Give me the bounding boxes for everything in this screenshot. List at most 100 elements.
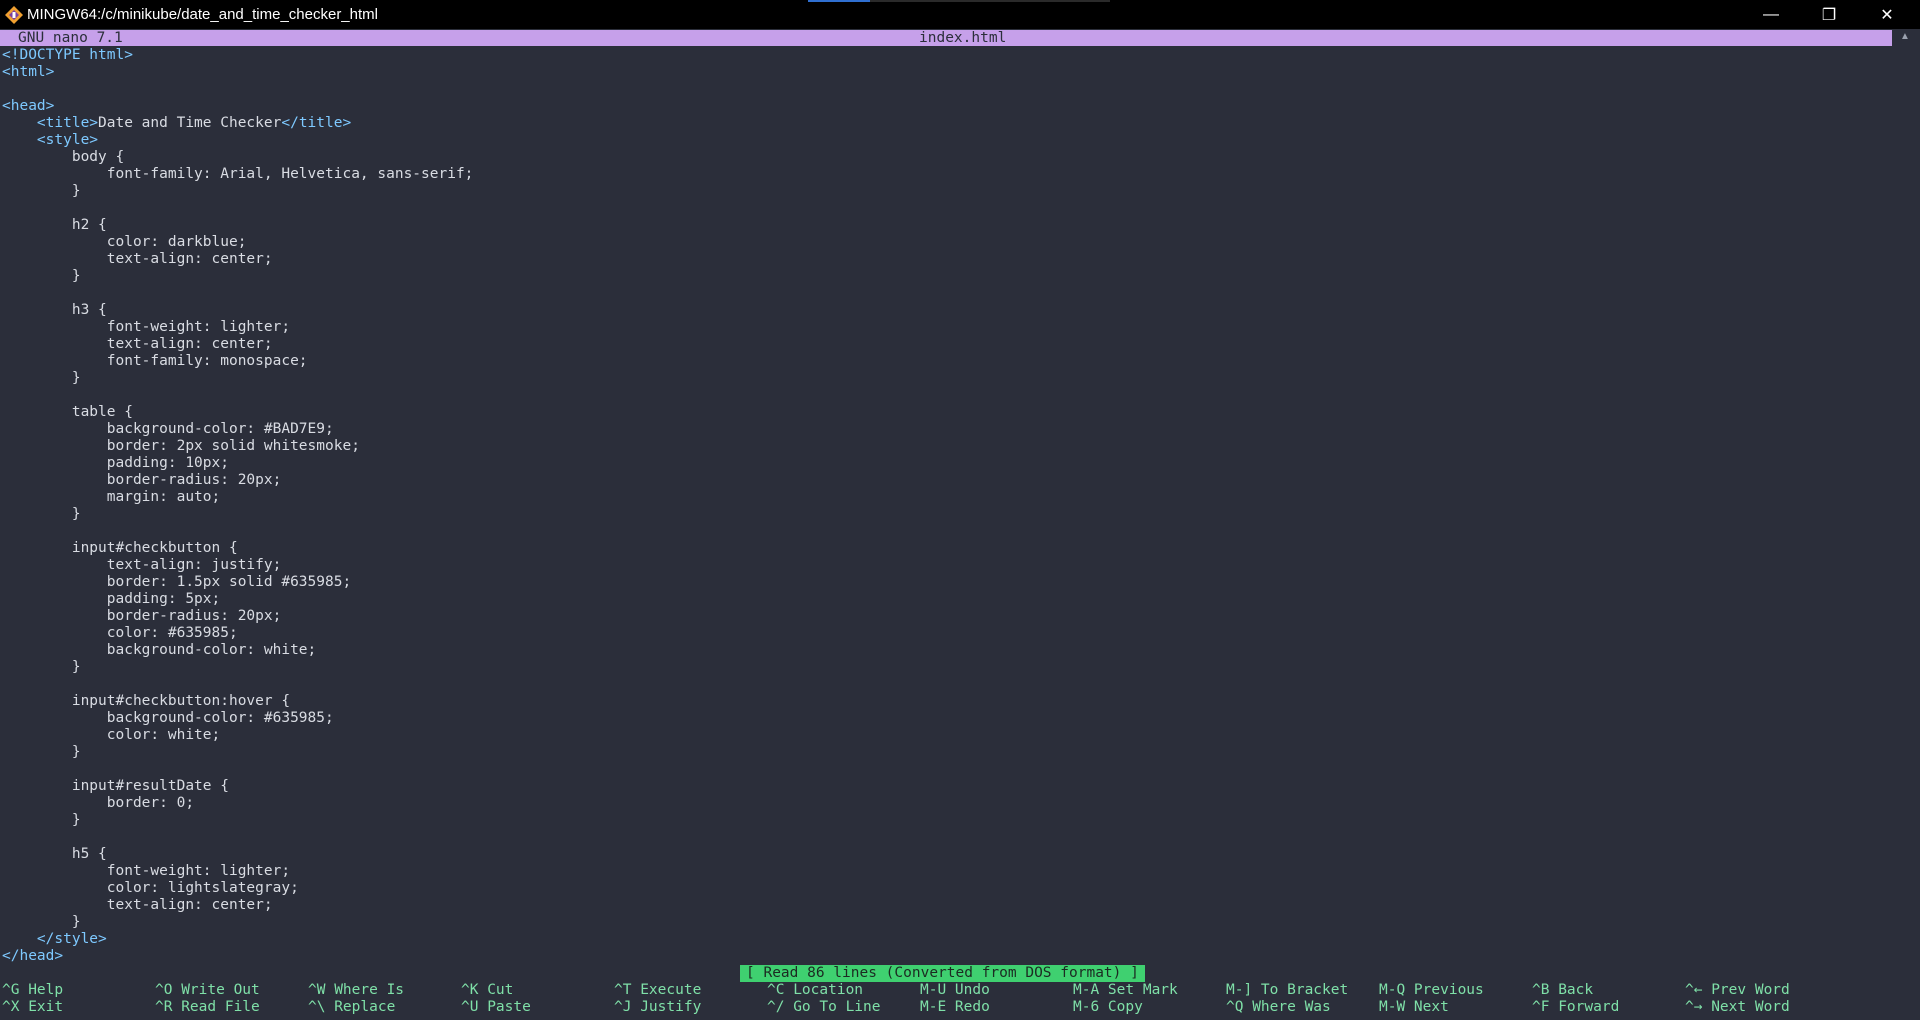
- code-text: h5 {: [2, 846, 107, 862]
- code-line: h5 {: [2, 846, 473, 863]
- shortcut-undo: M-U Undo: [920, 982, 990, 998]
- shortcut-location: ^C Location: [767, 982, 864, 998]
- title-accent-secondary: [870, 0, 1110, 2]
- code-text: font-weight: lighter;: [2, 863, 291, 879]
- code-text: color: lightslategray;: [2, 880, 299, 896]
- code-line: }: [2, 812, 473, 829]
- shortcut-go-to-line: ^/ Go To Line: [767, 999, 881, 1015]
- shortcut-exit: ^X Exit: [2, 999, 64, 1015]
- shortcut-replace: ^\ Replace: [308, 999, 396, 1015]
- scrollbar[interactable]: [1893, 29, 1920, 1020]
- code-line: }: [2, 268, 473, 285]
- status-message: [ Read 86 lines (Converted from DOS form…: [740, 965, 1145, 982]
- code-tag: <title>: [36, 115, 99, 131]
- code-text: input#resultDate {: [2, 778, 229, 794]
- code-tag: </title>: [281, 115, 352, 131]
- code-line: </head>: [2, 948, 473, 965]
- code-text: font-family: monospace;: [2, 353, 308, 369]
- code-line: font-family: monospace;: [2, 353, 473, 370]
- shortcut-previous: M-Q Previous: [1379, 982, 1484, 998]
- shortcut-paste: ^U Paste: [461, 999, 531, 1015]
- code-line: <!DOCTYPE html>: [2, 47, 473, 64]
- restore-icon: ❐: [1821, 6, 1837, 24]
- code-line: <html>: [2, 64, 473, 81]
- code-text: margin: auto;: [2, 489, 221, 505]
- code-line: border: 0;: [2, 795, 473, 812]
- code-line: font-family: Arial, Helvetica, sans-seri…: [2, 166, 474, 183]
- code-text: background-color: #BAD7E9;: [2, 421, 334, 437]
- code-text: color: #635985;: [2, 625, 238, 641]
- code-text: background-color: white;: [2, 642, 317, 658]
- code-line: font-weight: lighter;: [2, 863, 473, 880]
- code-text: text-align: center;: [2, 336, 273, 352]
- code-line: text-align: center;: [2, 336, 473, 353]
- code-line: border: 1.5px solid #635985;: [2, 574, 473, 591]
- code-line: }: [2, 183, 473, 200]
- shortcut-next: M-W Next: [1379, 999, 1449, 1015]
- code-line: margin: auto;: [2, 489, 473, 506]
- code-tag: <!DOCTYPE html>: [2, 47, 133, 63]
- close-button[interactable]: ✕: [1858, 0, 1916, 29]
- shortcut-to-bracket: M-] To Bracket: [1226, 982, 1349, 998]
- shortcut-where-is: ^W Where Is: [308, 982, 405, 998]
- code-text: }: [2, 183, 81, 199]
- code-text: }: [2, 914, 81, 930]
- code-line: text-align: justify;: [2, 557, 473, 574]
- code-tag: </style>: [36, 931, 107, 947]
- nano-version: GNU nano 7.1: [18, 30, 123, 46]
- code-text: border: 1.5px solid #635985;: [2, 574, 352, 590]
- code-text: border: 2px solid whitesmoke;: [2, 438, 360, 454]
- code-line: }: [2, 506, 473, 523]
- code-line: </style>: [2, 931, 473, 948]
- code-line: h3 {: [2, 302, 473, 319]
- code-line: text-align: center;: [2, 251, 473, 268]
- code-tag: <head>: [2, 98, 55, 114]
- code-text: h2 {: [2, 217, 107, 233]
- code-line: color: white;: [2, 727, 473, 744]
- code-line: <head>: [2, 98, 473, 115]
- code-line: input#checkbutton:hover {: [2, 693, 473, 710]
- code-text: }: [2, 268, 81, 284]
- code-line: input#checkbutton {: [2, 540, 473, 557]
- code-line: input#resultDate {: [2, 778, 473, 795]
- code-text: padding: 10px;: [2, 455, 229, 471]
- terminal-area[interactable]: GNU nano 7.1 index.html <!DOCTYPE html> <…: [0, 29, 1892, 1020]
- code-line: background-color: white;: [2, 642, 473, 659]
- code-text: color: darkblue;: [2, 234, 247, 250]
- code-text: padding: 5px;: [2, 591, 221, 607]
- code-text: }: [2, 659, 81, 675]
- window-title: MINGW64:/c/minikube/date_and_time_checke…: [27, 6, 378, 23]
- code-line: <style>: [2, 132, 473, 149]
- code-tag: <style>: [36, 132, 99, 148]
- code-line: body {: [2, 149, 473, 166]
- code-text: }: [2, 370, 81, 386]
- code-line: }: [2, 744, 473, 761]
- code-line: <title>Date and Time Checker</title>: [2, 115, 473, 132]
- minimize-button[interactable]: —: [1742, 0, 1800, 29]
- code-line: }: [2, 914, 473, 931]
- maximize-button[interactable]: ❐: [1800, 0, 1858, 29]
- scroll-up-icon[interactable]: ▲: [1900, 31, 1910, 42]
- code-line: border: 2px solid whitesmoke;: [2, 438, 473, 455]
- title-accent: [808, 0, 870, 2]
- code-line: border-radius: 20px;: [2, 472, 473, 489]
- git-bash-icon: [5, 6, 23, 24]
- shortcut-next-word: ^→ Next Word: [1685, 999, 1790, 1015]
- code-text: text-align: center;: [2, 251, 273, 267]
- code-line: color: darkblue;: [2, 234, 473, 251]
- code-editor[interactable]: <!DOCTYPE html> <html> <head> <title>Date …: [2, 47, 473, 965]
- code-line: border-radius: 20px;: [2, 608, 473, 625]
- code-text: }: [2, 812, 81, 828]
- code-text: text-align: justify;: [2, 557, 282, 573]
- code-text: font-family: Arial, Helvetica, sans-seri…: [2, 166, 474, 182]
- shortcut-forward: ^F Forward: [1532, 999, 1620, 1015]
- code-text: body {: [2, 149, 125, 165]
